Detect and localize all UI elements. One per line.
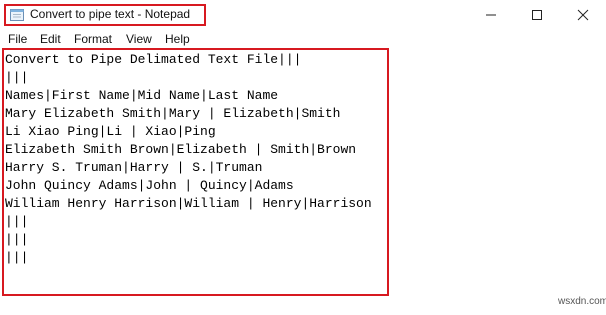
text-line: John Quincy Adams|John | Quincy|Adams	[5, 178, 294, 193]
text-line: Convert to Pipe Delimated Text File|||	[5, 52, 302, 67]
watermark: wsxdn.com	[558, 296, 606, 307]
menu-view[interactable]: View	[126, 32, 152, 46]
text-line: |||	[5, 250, 29, 265]
window-title: Convert to pipe text - Notepad	[30, 7, 191, 21]
menu-help[interactable]: Help	[165, 32, 190, 46]
close-button[interactable]	[560, 0, 606, 30]
menu-format[interactable]: Format	[74, 32, 112, 46]
minimize-icon	[486, 14, 496, 16]
text-line: |||	[5, 214, 29, 229]
menu-file[interactable]: File	[8, 32, 27, 46]
text-line: |||	[5, 70, 29, 85]
text-line: Names|First Name|Mid Name|Last Name	[5, 88, 279, 103]
minimize-button[interactable]	[468, 0, 514, 30]
text-line: Li Xiao Ping|Li | Xiao|Ping	[5, 124, 216, 139]
text-line: |||	[5, 232, 29, 247]
menu-bar: File Edit Format View Help	[0, 30, 606, 48]
close-icon	[577, 9, 589, 21]
editor-text[interactable]: Convert to Pipe Delimated Text File||| |…	[5, 51, 385, 267]
text-line: Mary Elizabeth Smith|Mary | Elizabeth|Sm…	[5, 106, 341, 121]
maximize-icon	[532, 10, 542, 20]
title-bar[interactable]: Convert to pipe text - Notepad	[0, 0, 606, 30]
maximize-button[interactable]	[514, 0, 560, 30]
text-line: Harry S. Truman|Harry | S.|Truman	[5, 160, 263, 175]
notepad-icon	[10, 9, 24, 21]
text-line: Elizabeth Smith Brown|Elizabeth | Smith|…	[5, 142, 357, 157]
menu-edit[interactable]: Edit	[40, 32, 61, 46]
text-line: William Henry Harrison|William | Henry|H…	[5, 196, 372, 211]
